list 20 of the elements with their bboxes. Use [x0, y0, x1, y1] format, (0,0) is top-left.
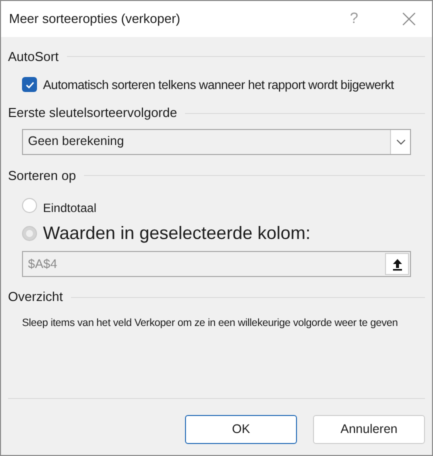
- chevron-down-icon: [396, 138, 406, 145]
- section-heading: Overzicht: [8, 288, 63, 306]
- close-icon: [402, 12, 416, 26]
- dialog-button[interactable]: OK: [185, 415, 297, 444]
- section-heading: Eerste sleutelsorteervolgorde: [8, 104, 178, 122]
- radio-button[interactable]: [22, 198, 37, 214]
- close-button[interactable]: [400, 10, 418, 28]
- radio-label: Eindtotaal: [43, 200, 96, 218]
- summary-text: Sleep items van het veld Verkoper om ze in een willekeurige volgorde weer te geven: [21, 316, 399, 331]
- checkbox-label: Automatisch sorteren telkens wanneer het rapport wordt bijgewerkt: [43, 76, 394, 94]
- dropdown[interactable]: Geen berekening: [22, 128, 411, 155]
- radio-button[interactable]: [22, 226, 37, 242]
- section-heading: AutoSort: [8, 48, 59, 66]
- dialog-button[interactable]: Annuleren: [313, 415, 425, 444]
- upload-arrow-icon: [392, 258, 402, 271]
- window-title: Meer sorteeropties (verkoper): [9, 10, 182, 28]
- check-icon: [24, 80, 34, 90]
- section-heading: Sorteren op: [8, 166, 76, 185]
- checkbox[interactable]: [22, 77, 37, 92]
- radio-label: Waarden in geselecteerde kolom:: [43, 222, 310, 246]
